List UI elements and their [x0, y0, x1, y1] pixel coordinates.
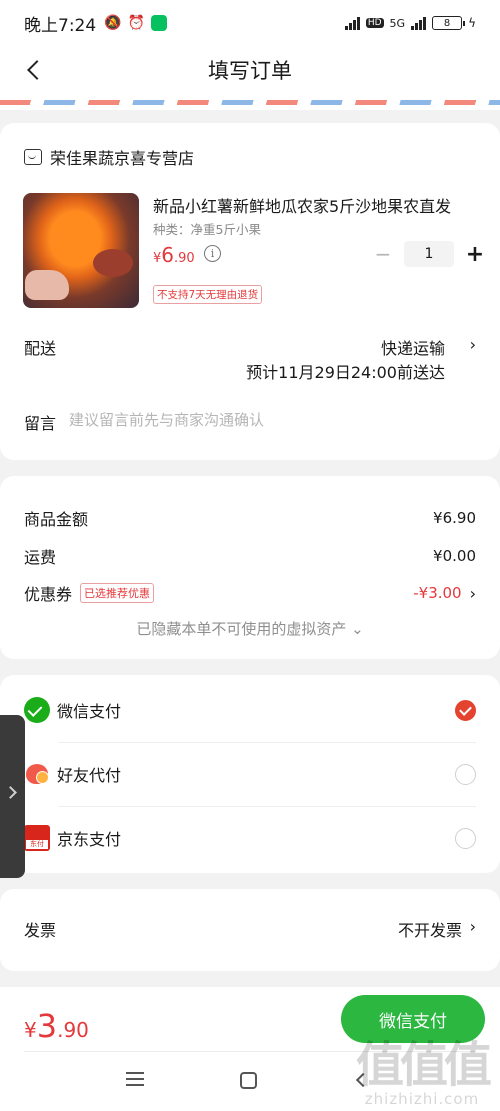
total-symbol: ¥ [24, 1018, 37, 1042]
freight-row: 运费 ¥0.00 [24, 544, 476, 568]
info-icon[interactable]: i [204, 245, 221, 262]
chevron-right-icon[interactable]: › [470, 335, 476, 354]
menu-icon[interactable] [126, 1072, 144, 1086]
jd-icon-text: 东付 [26, 840, 48, 849]
page-title: 填写订单 [208, 59, 292, 83]
side-drawer-handle[interactable] [0, 715, 25, 878]
pay-option-wechat[interactable]: 微信支付 [24, 678, 476, 742]
radio-selected-icon[interactable] [455, 699, 476, 721]
friend-pay-icon [24, 761, 50, 787]
network-label: 5G [389, 16, 406, 30]
alarm-icon: ⏰ [127, 15, 146, 31]
pay-option-jd[interactable]: 东付 京东支付 [24, 806, 476, 870]
total-price: ¥ 3 .90 [24, 1007, 89, 1045]
airmail-border [0, 94, 500, 110]
wechat-pay-icon [24, 697, 50, 723]
bottom-bar: ¥ 3 .90 微信支付 [0, 987, 500, 1111]
invoice-value[interactable]: 不开发票 [398, 917, 462, 941]
price-symbol: ¥ [153, 251, 162, 266]
mute-bell-icon: 🔕 [104, 15, 122, 31]
signal-icon-2 [411, 16, 427, 30]
battery-icon: 8 [432, 16, 466, 30]
delivery-method[interactable]: 快递运输 [381, 335, 445, 359]
price-decimal: .90 [174, 251, 195, 266]
total-decimal: .90 [57, 1018, 89, 1042]
no-return-tag: 不支持7天无理由退货 [153, 285, 263, 304]
back-arrow-icon[interactable] [20, 56, 48, 84]
product-title[interactable]: 新品小红薯新鲜地瓜农家5斤沙地果农直发 [153, 193, 471, 217]
goods-amount-value: ¥6.90 [433, 509, 476, 527]
status-right: HD 5G 8 ϟ [344, 16, 476, 30]
coupon-tag: 已选推荐优惠 [80, 583, 155, 603]
coupon-label: 优惠券 [24, 585, 73, 604]
payment-card: 微信支付 好友代付 东付 京东支付 [0, 675, 500, 873]
store-name: 荣佳果蔬京喜专营店 [50, 149, 195, 168]
delivery-label: 配送 [24, 339, 57, 358]
freight-label: 运费 [24, 548, 57, 567]
home-icon[interactable] [240, 1072, 257, 1089]
charging-icon: ϟ [468, 16, 476, 30]
hd-badge: HD [365, 18, 384, 28]
product-price: ¥ 6 .90 [153, 243, 195, 267]
wechat-notify-icon [151, 15, 168, 31]
store-icon [24, 149, 42, 165]
amount-card: 商品金额 ¥6.90 运费 ¥0.00 优惠券 已选推荐优惠 -¥3.00 › … [0, 476, 500, 659]
product-image[interactable] [23, 193, 139, 308]
decrease-button[interactable]: − [372, 242, 394, 266]
goods-amount-row: 商品金额 ¥6.90 [24, 506, 476, 530]
nav-bar: 填写订单 [0, 46, 500, 94]
order-card: 荣佳果蔬京喜专营店 新品小红薯新鲜地瓜农家5斤沙地果农直发 种类：净重5斤小果 … [0, 123, 500, 460]
radio-unselected-icon[interactable] [455, 763, 476, 785]
wechat-pay-button[interactable]: 微信支付 [341, 995, 485, 1043]
message-input[interactable] [69, 405, 469, 435]
pay-option-friend[interactable]: 好友代付 [24, 742, 476, 806]
coupon-value: -¥3.00 [413, 584, 462, 602]
increase-button[interactable]: + [464, 242, 486, 267]
status-bar: 晚上7:24 🔕 ⏰ HD 5G 8 ϟ [0, 0, 500, 46]
invoice-card[interactable]: 发票 不开发票 › [0, 889, 500, 971]
message-label: 留言 [24, 414, 57, 433]
goods-amount-label: 商品金额 [24, 510, 89, 529]
pay-option-label: 京东支付 [57, 830, 122, 849]
coupon-row[interactable]: 优惠券 已选推荐优惠 -¥3.00 › [24, 581, 476, 605]
chevron-right-icon[interactable]: › [470, 917, 476, 936]
store-row[interactable]: 荣佳果蔬京喜专营店 [24, 145, 194, 169]
chevron-right-icon[interactable]: › [470, 584, 476, 603]
pay-option-label: 好友代付 [57, 766, 122, 785]
price-integer: 6 [161, 243, 175, 267]
total-integer: 3 [36, 1007, 58, 1045]
pay-option-label: 微信支付 [57, 702, 122, 721]
radio-unselected-icon[interactable] [455, 827, 476, 849]
status-time: 晚上7:24 [24, 15, 97, 36]
product-spec: 种类：净重5斤小果 [153, 222, 261, 237]
quantity-stepper: − 1 + [372, 241, 486, 267]
freight-value: ¥0.00 [433, 547, 476, 565]
jd-pay-icon: 东付 [24, 825, 50, 851]
chevron-right-icon [4, 786, 17, 799]
delivery-eta: 预计11月29日24:00前送达 [246, 363, 445, 382]
divider [24, 1051, 476, 1052]
status-icons: 🔕 ⏰ [104, 15, 168, 31]
hidden-assets-toggle[interactable]: 已隐藏本单不可使用的虚拟资产 ⌄ [0, 618, 500, 639]
quantity-field[interactable]: 1 [404, 241, 454, 267]
signal-icon [344, 16, 360, 30]
system-back-icon[interactable] [355, 1072, 371, 1088]
invoice-label: 发票 [24, 921, 57, 940]
battery-level: 8 [443, 17, 451, 29]
